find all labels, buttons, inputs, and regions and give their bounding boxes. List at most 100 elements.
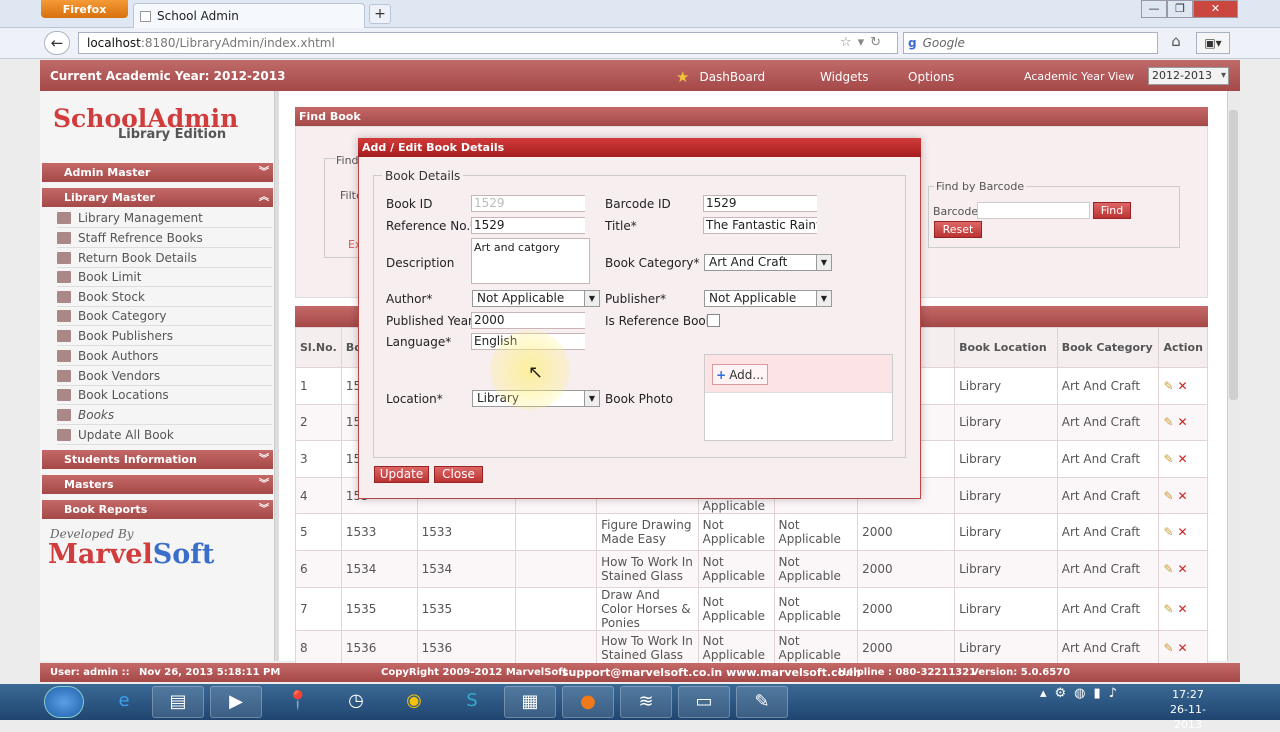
delete-icon[interactable]: ✕: [1178, 525, 1188, 539]
bookmark-star-icon[interactable]: ☆▾↻: [840, 35, 887, 50]
sidebar-item-book-stock[interactable]: Book Stock: [57, 287, 272, 307]
edit-icon[interactable]: ✎: [1163, 415, 1173, 429]
system-tray[interactable]: ▴⚙◍▮♪: [1040, 686, 1125, 701]
footer-support[interactable]: support@marvelsoft.co.in www.marvelsoft.…: [562, 666, 861, 679]
barcode-id-field[interactable]: 1529: [703, 195, 817, 212]
dashboard-link[interactable]: ★ DashBoard: [676, 68, 765, 86]
maximize-button[interactable]: ❐: [1167, 0, 1193, 18]
media-player-icon[interactable]: ▶: [210, 686, 262, 718]
description-textarea[interactable]: Art and catgory: [471, 238, 590, 284]
sidebar-item-book-vendors[interactable]: Book Vendors: [57, 366, 272, 386]
table-cell: Art And Craft: [1056, 403, 1160, 442]
widgets-link[interactable]: Widgets: [820, 70, 869, 84]
delete-icon[interactable]: ✕: [1178, 489, 1188, 503]
dolphin-icon[interactable]: ≋: [620, 686, 672, 718]
scrollbar-thumb[interactable]: [1229, 110, 1238, 400]
internet-explorer-icon[interactable]: e: [98, 686, 150, 718]
folder-icon[interactable]: ▤: [152, 686, 204, 718]
action-cell: ✎ ✕: [1158, 367, 1208, 405]
bookmarks-menu-icon[interactable]: ▣▾: [1196, 32, 1230, 54]
edit-icon[interactable]: ✎: [1163, 489, 1173, 503]
delete-icon[interactable]: ✕: [1178, 379, 1188, 393]
sidebar-item-update-all-book[interactable]: Update All Book: [57, 425, 272, 445]
book-id-label: Book ID: [386, 197, 433, 211]
section-book-reports[interactable]: Book Reports ︾: [42, 500, 273, 519]
add-photo-button[interactable]: + Add...: [712, 364, 768, 385]
search-input[interactable]: g Google: [903, 32, 1158, 54]
is-reference-checkbox[interactable]: [707, 314, 720, 327]
back-arrow-icon[interactable]: ←: [44, 31, 70, 55]
firefox-icon[interactable]: ●: [562, 686, 614, 718]
sidebar-item-book-limit[interactable]: Book Limit: [57, 267, 272, 287]
delete-icon[interactable]: ✕: [1178, 641, 1188, 655]
column-header[interactable]: Book Category: [1056, 327, 1160, 368]
skype-icon[interactable]: S: [446, 686, 498, 718]
firefox-menu-button[interactable]: Firefox: [41, 0, 128, 18]
column-header[interactable]: Sl.No.: [295, 327, 342, 368]
section-label: Masters: [64, 478, 114, 491]
sidebar-item-book-publishers[interactable]: Book Publishers: [57, 326, 272, 346]
close-button[interactable]: Close: [434, 466, 483, 483]
published-year-field[interactable]: 2000: [471, 312, 585, 329]
delete-icon[interactable]: ✕: [1178, 452, 1188, 466]
clock-app-icon[interactable]: ◷: [330, 686, 382, 718]
table-cell: 3: [295, 440, 342, 478]
table-cell: 1535: [340, 586, 418, 631]
url-bar[interactable]: localhost:8180/LibraryAdmin/index.xhtml: [78, 32, 898, 54]
delete-icon[interactable]: ✕: [1178, 562, 1188, 576]
chevron-down-icon: ︾: [259, 167, 269, 178]
delete-icon[interactable]: ✕: [1178, 602, 1188, 616]
title-field[interactable]: The Fantastic Rainy D: [703, 217, 817, 234]
edit-icon[interactable]: ✎: [1163, 602, 1173, 616]
edit-icon[interactable]: ✎: [1163, 525, 1173, 539]
window-icon[interactable]: ▭: [678, 686, 730, 718]
new-tab-button[interactable]: +: [369, 4, 391, 24]
home-icon[interactable]: ⌂: [1165, 32, 1187, 54]
close-window-button[interactable]: ✕: [1193, 0, 1238, 18]
edit-icon[interactable]: ✎: [1163, 641, 1173, 655]
table-cell: 1533: [340, 513, 418, 551]
select-value: Not Applicable: [709, 291, 797, 305]
column-header[interactable]: Book Location: [954, 327, 1058, 368]
find-button[interactable]: Find: [1093, 202, 1131, 219]
sidebar-item-book-authors[interactable]: Book Authors: [57, 346, 272, 366]
windows-start-icon[interactable]: [44, 686, 84, 718]
sidebar-item-books[interactable]: Books: [57, 405, 272, 425]
academic-year-select[interactable]: 2012-2013: [1148, 67, 1229, 85]
edit-icon[interactable]: ✎: [1163, 452, 1173, 466]
browser-tab[interactable]: School Admin: [133, 3, 365, 28]
delete-icon[interactable]: ✕: [1178, 415, 1188, 429]
minimize-button[interactable]: —: [1141, 0, 1167, 18]
reset-button[interactable]: Reset: [934, 221, 982, 238]
sidebar-item-staff-refrence-books[interactable]: Staff Refrence Books: [57, 228, 272, 248]
section-masters[interactable]: Masters ︾: [42, 475, 273, 494]
sidebar-item-book-category[interactable]: Book Category: [57, 306, 272, 326]
reference-no-field[interactable]: 1529: [471, 217, 585, 234]
options-link[interactable]: Options: [908, 70, 954, 84]
book-id-field[interactable]: 1529: [471, 195, 585, 212]
sidebar-item-return-book-details[interactable]: Return Book Details: [57, 248, 272, 268]
document-icon[interactable]: ▦: [504, 686, 556, 718]
edit-icon[interactable]: ✎: [1163, 562, 1173, 576]
barcode-input[interactable]: [977, 202, 1090, 219]
reference-no-label: Reference No.*: [386, 219, 477, 233]
section-students-information[interactable]: Students Information ︾: [42, 450, 273, 469]
author-select[interactable]: Not Applicable ▼: [472, 290, 600, 307]
paint-icon[interactable]: ✎: [736, 686, 788, 718]
sidebar-item-library-management[interactable]: Library Management: [57, 208, 272, 228]
edit-icon[interactable]: ✎: [1163, 379, 1173, 393]
sidebar-item-label: Book Vendors: [78, 368, 161, 383]
publisher-select[interactable]: Not Applicable ▼: [704, 290, 832, 307]
book-category-select[interactable]: Art And Craft ▼: [704, 254, 832, 271]
academic-year-view-label: Academic Year View: [1024, 70, 1135, 83]
section-admin-master[interactable]: Admin Master ︾: [42, 163, 273, 182]
section-library-master[interactable]: Library Master ︽: [42, 188, 273, 207]
sidebar-item-book-locations[interactable]: Book Locations: [57, 385, 272, 405]
taskbar-clock[interactable]: 17:27 26-11-2013: [1163, 687, 1213, 732]
table-cell: Library: [954, 403, 1058, 442]
chrome-icon[interactable]: ◉: [388, 686, 440, 718]
pin-icon[interactable]: 📍: [272, 686, 324, 718]
table-row: 7 1535 1535 Draw And Color Horses & Ponies N…: [295, 586, 1208, 631]
column-header: Action: [1158, 327, 1208, 368]
update-button[interactable]: Update: [374, 466, 429, 483]
